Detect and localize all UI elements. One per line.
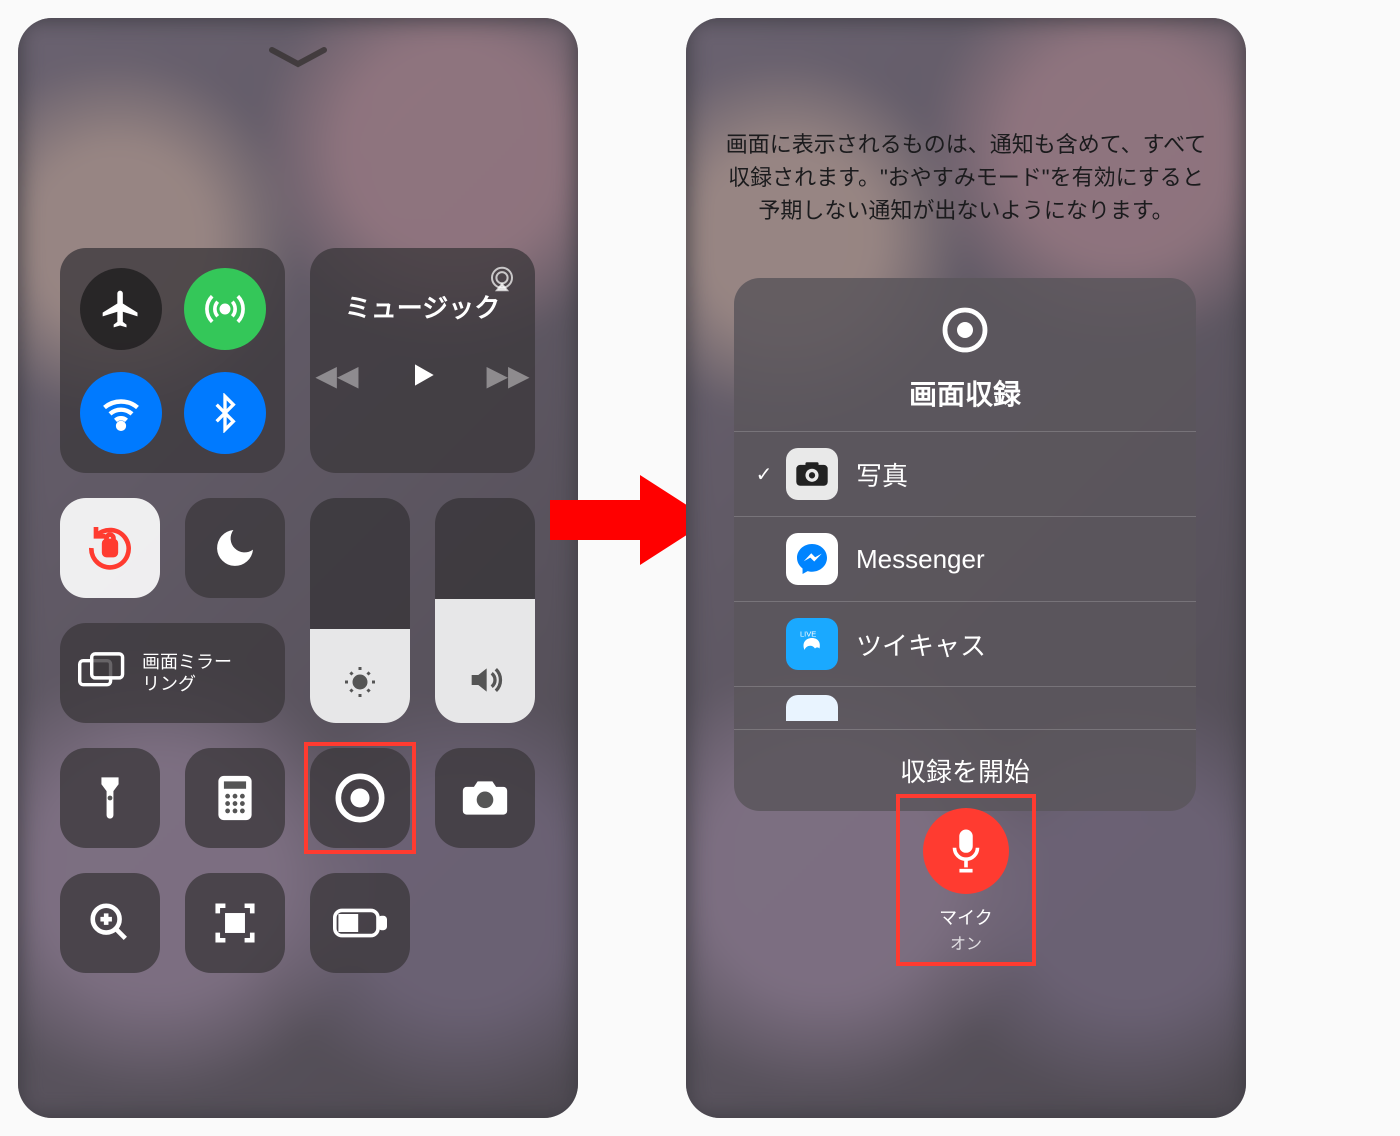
record-icon bbox=[941, 341, 989, 358]
volume-slider[interactable] bbox=[435, 498, 535, 723]
app-row-partial[interactable] bbox=[734, 687, 1196, 730]
bluetooth-toggle[interactable] bbox=[184, 372, 266, 454]
photos-icon bbox=[786, 448, 838, 500]
screen-recording-sheet: 画面収録 ✓ 写真 Messenger LIVE ツイキャス 収録 bbox=[734, 278, 1196, 811]
microphone-icon bbox=[923, 808, 1009, 894]
brightness-slider[interactable] bbox=[310, 498, 410, 723]
low-power-mode-button[interactable] bbox=[310, 873, 410, 973]
screen-recording-button[interactable] bbox=[310, 748, 410, 848]
app-row-photos[interactable]: ✓ 写真 bbox=[734, 432, 1196, 517]
check-icon: ✓ bbox=[742, 462, 786, 487]
magnifier-button[interactable] bbox=[60, 873, 160, 973]
app-label: ツイキャス bbox=[856, 626, 986, 663]
microphone-toggle[interactable]: マイク オン bbox=[900, 798, 1032, 964]
sheet-title: 画面収録 bbox=[734, 373, 1196, 413]
sun-icon bbox=[342, 664, 378, 705]
do-not-disturb-toggle[interactable] bbox=[185, 498, 285, 598]
camera-button[interactable] bbox=[435, 748, 535, 848]
next-track-button[interactable]: ▶▶ bbox=[487, 359, 530, 398]
airplay-icon[interactable] bbox=[487, 264, 517, 299]
prev-track-button[interactable]: ◀◀ bbox=[315, 359, 358, 398]
twitcasting-icon: LIVE bbox=[786, 618, 838, 670]
speaker-icon bbox=[465, 660, 505, 705]
messenger-icon bbox=[786, 533, 838, 585]
mic-label: マイク bbox=[939, 904, 993, 930]
rotation-lock-toggle[interactable] bbox=[60, 498, 160, 598]
app-row-messenger[interactable]: Messenger bbox=[734, 517, 1196, 602]
app-label: Messenger bbox=[856, 544, 985, 575]
mic-state: オン bbox=[950, 930, 982, 954]
wifi-toggle[interactable] bbox=[80, 372, 162, 454]
app-icon-partial bbox=[786, 695, 838, 721]
app-label: 写真 bbox=[856, 456, 908, 493]
connectivity-block bbox=[60, 248, 285, 473]
screen-mirroring-button[interactable]: 画面ミラー リング bbox=[60, 623, 285, 723]
screen-mirroring-label: 画面ミラー リング bbox=[142, 651, 232, 696]
airplane-mode-toggle[interactable] bbox=[80, 268, 162, 350]
music-controls[interactable]: ミュージック ◀◀ ▶▶ bbox=[310, 248, 535, 473]
svg-text:LIVE: LIVE bbox=[800, 630, 816, 639]
control-center-screenshot: ミュージック ◀◀ ▶▶ bbox=[18, 18, 578, 1118]
screen-mirroring-icon bbox=[78, 651, 126, 696]
recording-notice-text: 画面に表示されるものは、通知も含めて、すべて収録されます。"おやすみモード"を有… bbox=[722, 128, 1210, 227]
cellular-data-toggle[interactable] bbox=[184, 268, 266, 350]
qr-scanner-button[interactable] bbox=[185, 873, 285, 973]
chevron-down-icon[interactable] bbox=[268, 46, 328, 70]
play-button[interactable] bbox=[407, 359, 439, 398]
app-row-twitcasting[interactable]: LIVE ツイキャス bbox=[734, 602, 1196, 687]
flashlight-button[interactable] bbox=[60, 748, 160, 848]
screen-recording-sheet-screenshot: 画面に表示されるものは、通知も含めて、すべて収録されます。"おやすみモード"を有… bbox=[686, 18, 1246, 1118]
calculator-button[interactable] bbox=[185, 748, 285, 848]
